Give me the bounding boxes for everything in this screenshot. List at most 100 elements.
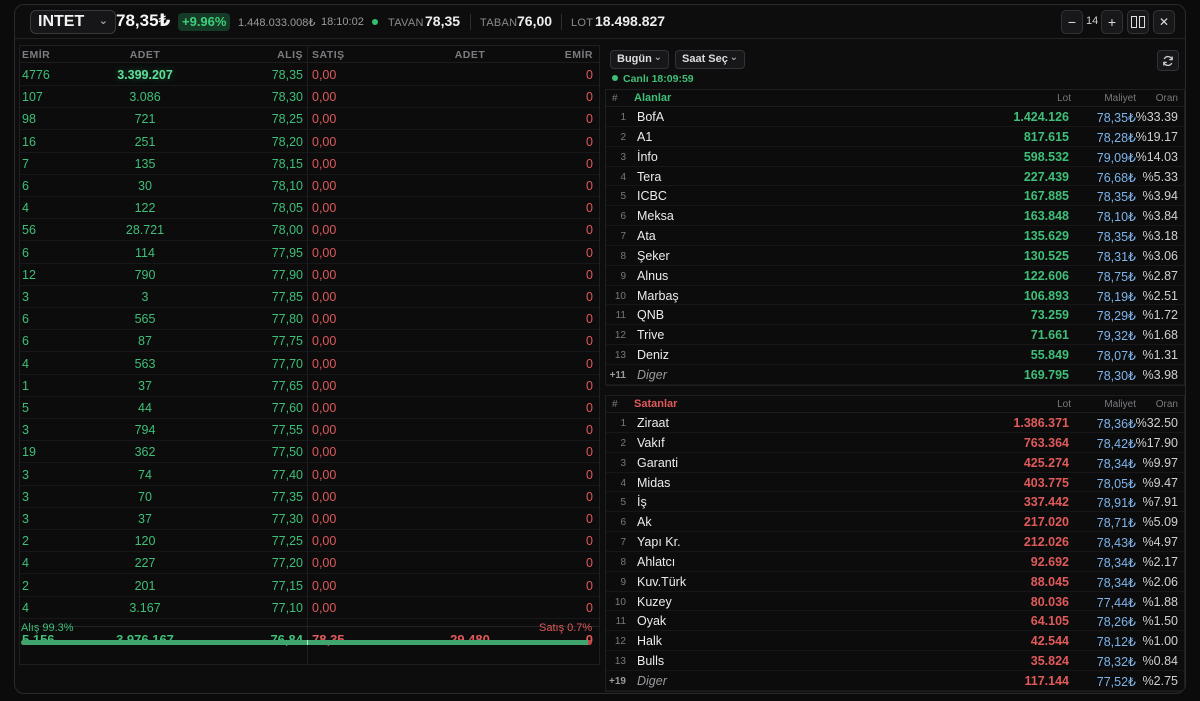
order-book-row[interactable]: 4776 3.399.207 78,35 0,00 0 [20,64,599,86]
order-book-row[interactable]: 3 794 77,55 0,00 0 [20,419,599,442]
broker-row[interactable]: 13 Bulls 35.824 78,32₺ %0.84 [606,651,1184,671]
broker-name: Ak [637,515,652,530]
broker-cost: 78,30₺ [1096,368,1136,383]
lot-label: LOT [571,17,594,29]
broker-ratio: %32.50 [1135,416,1178,430]
broker-cost: 78,10₺ [1096,210,1136,225]
buy-quantity: 120 [134,534,156,549]
broker-row[interactable]: 7 Yapı Kr. 212.026 78,43₺ %4.97 [606,532,1184,552]
broker-cost: 78,07₺ [1096,349,1136,364]
broker-row[interactable]: 1 BofA 1.424.126 78,35₺ %33.39 [606,107,1184,127]
sellers-header: # Satanlar Lot Maliyet Oran [606,396,1184,413]
broker-row[interactable]: 6 Ak 217.020 78,71₺ %5.09 [606,512,1184,533]
tavan-label: TAVAN [388,17,424,29]
bid-price: 77,95 [271,245,303,260]
broker-lot: 217.020 [1023,515,1069,530]
order-book-row[interactable]: 4 122 78,05 0,00 0 [20,197,599,220]
broker-ratio: %7.91 [1142,495,1178,510]
order-book-row[interactable]: 4 3.167 77,10 0,00 0 [20,597,599,619]
broker-row[interactable]: 8 Ahlatcı 92.692 78,34₺ %2.17 [606,552,1184,572]
broker-row[interactable]: 10 Marbaş 106.893 78,19₺ %2.51 [606,286,1184,306]
order-book-row[interactable]: 7 135 78,15 0,00 0 [20,153,599,175]
other-brokers-row[interactable]: +19 Diger 117.144 77,52₺ %2.75 [606,671,1184,691]
broker-row[interactable]: 4 Tera 227.439 76,68₺ %5.33 [606,167,1184,187]
broker-rank: 1 [620,418,626,429]
broker-row[interactable]: 4 Midas 403.775 78,05₺ %9.47 [606,473,1184,493]
broker-row[interactable]: 1 Ziraat 1.386.371 78,36₺ %32.50 [606,413,1184,433]
order-book-row[interactable]: 12 790 77,90 0,00 0 [20,264,599,286]
time-select-dropdown[interactable]: Saat Seç ⌄ [675,50,745,69]
sell-order-count: 0 [586,423,593,438]
order-book-row[interactable]: 2 120 77,25 0,00 0 [20,530,599,553]
buy-quantity: 790 [134,267,156,282]
order-book-row[interactable]: 5 44 77,60 0,00 0 [20,397,599,419]
buy-sell-ratio-bar [21,640,592,645]
broker-row[interactable]: 5 İş 337.442 78,91₺ %7.91 [606,492,1184,513]
broker-cost: 78,35₺ [1096,230,1136,245]
order-book-row[interactable]: 98 721 78,25 0,00 0 [20,108,599,131]
broker-row[interactable]: 9 Alnus 122.606 78,75₺ %2.87 [606,266,1184,286]
broker-row[interactable]: 11 Oyak 64.105 78,26₺ %1.50 [606,611,1184,632]
symbol-selector[interactable]: INTET ⌄ [30,10,116,34]
decrease-depth-button[interactable]: − [1061,10,1083,34]
increase-depth-button[interactable]: + [1101,10,1123,34]
order-book-row[interactable]: 3 70 77,35 0,00 0 [20,486,599,508]
broker-rank: 1 [620,112,626,123]
order-book-row[interactable]: 6 87 77,75 0,00 0 [20,330,599,353]
order-book-row[interactable]: 1 37 77,65 0,00 0 [20,375,599,397]
broker-row[interactable]: 12 Halk 42.544 78,12₺ %1.00 [606,631,1184,652]
broker-cost: 78,28₺ [1096,130,1136,145]
broker-row[interactable]: 8 Şeker 130.525 78,31₺ %3.06 [606,246,1184,266]
order-book-row[interactable]: 4 563 77,70 0,00 0 [20,353,599,375]
broker-cost: 79,09₺ [1096,150,1136,165]
period-dropdown[interactable]: Bugün ⌄ [610,50,669,69]
broker-lot: 64.105 [1030,614,1069,629]
other-brokers-row[interactable]: +11 Diger 169.795 78,30₺ %3.98 [606,365,1184,385]
broker-row[interactable]: 12 Trive 71.661 79,32₺ %1.68 [606,325,1184,346]
split-view-button[interactable] [1127,10,1149,34]
broker-ratio: %4.97 [1142,535,1178,550]
order-book-row[interactable]: 4 227 77,20 0,00 0 [20,552,599,575]
order-book-row[interactable]: 3 3 77,85 0,00 0 [20,286,599,308]
ask-price: 0,00 [312,179,337,193]
sell-order-count: 0 [586,312,593,327]
buy-order-count: 6 [22,179,29,193]
sell-order-count: 0 [586,134,593,149]
refresh-button[interactable] [1157,50,1179,71]
order-book-row[interactable]: 16 251 78,20 0,00 0 [20,131,599,153]
order-book-row[interactable]: 6 30 78,10 0,00 0 [20,175,599,197]
order-book-row[interactable]: 19 362 77,50 0,00 0 [20,441,599,464]
broker-row[interactable]: 6 Meksa 163.848 78,10₺ %3.84 [606,206,1184,227]
buy-order-count: 3 [22,290,29,304]
order-book-row[interactable]: 2 201 77,15 0,00 0 [20,575,599,597]
close-button[interactable]: ✕ [1153,10,1175,34]
order-book-row[interactable]: 6 565 77,80 0,00 0 [20,308,599,331]
broker-row[interactable]: 13 Deniz 55.849 78,07₺ %1.31 [606,345,1184,365]
broker-row[interactable]: 7 Ata 135.629 78,35₺ %3.18 [606,226,1184,246]
order-book-row[interactable]: 6 114 77,95 0,00 0 [20,242,599,264]
live-dot-icon [612,75,618,81]
order-book-row[interactable]: 56 28.721 78,00 0,00 0 [20,219,599,242]
cost-header: Maliyet [1104,399,1136,410]
broker-row[interactable]: 2 Vakıf 763.364 78,42₺ %17.90 [606,433,1184,453]
broker-row[interactable]: 2 A1 817.615 78,28₺ %19.17 [606,127,1184,147]
broker-row[interactable]: 5 ICBC 167.885 78,35₺ %3.94 [606,186,1184,207]
ask-price: 0,00 [312,578,337,593]
broker-cost: 78,34₺ [1096,575,1136,590]
sell-order-count: 0 [586,179,593,193]
buy-order-count: 3 [22,423,29,438]
broker-row[interactable]: 3 Garanti 425.274 78,34₺ %9.97 [606,453,1184,473]
broker-rank: 8 [620,250,626,262]
broker-ratio: %1.72 [1142,308,1178,323]
broker-ratio: %2.06 [1142,574,1178,589]
order-book-row[interactable]: 107 3.086 78,30 0,00 0 [20,86,599,109]
order-book-row[interactable]: 3 74 77,40 0,00 0 [20,464,599,486]
bid-price: 77,10 [271,600,303,615]
broker-name: Trive [637,328,665,343]
broker-row[interactable]: 11 QNB 73.259 78,29₺ %1.72 [606,305,1184,326]
broker-ratio: %2.75 [1142,673,1178,688]
broker-row[interactable]: 3 İnfo 598.532 79,09₺ %14.03 [606,147,1184,167]
broker-row[interactable]: 10 Kuzey 80.036 77,44₺ %1.88 [606,592,1184,612]
broker-row[interactable]: 9 Kuv.Türk 88.045 78,34₺ %2.06 [606,572,1184,592]
order-book-row[interactable]: 3 37 77,30 0,00 0 [20,508,599,530]
